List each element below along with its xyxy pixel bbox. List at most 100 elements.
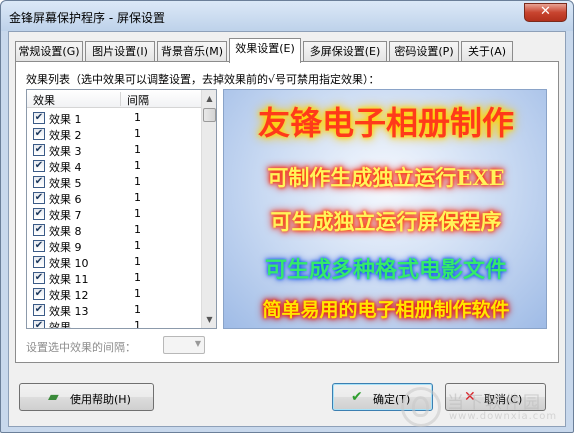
scroll-down-icon[interactable]: ▼ (203, 312, 216, 327)
scroll-thumb[interactable] (203, 108, 216, 122)
effect-interval: 1 (134, 287, 141, 300)
effect-name: 效果 4 (49, 161, 82, 174)
effect-checkbox[interactable]: ✔ (33, 320, 45, 328)
effect-name: 效果 8 (49, 225, 82, 238)
list-item[interactable]: ✔ 效果 8 1 (27, 222, 202, 238)
effect-interval: 1 (134, 159, 141, 172)
effect-interval: 1 (134, 127, 141, 140)
cancel-button[interactable]: ✕ 取消(C) (445, 383, 546, 411)
interval-select[interactable]: ▼ (163, 336, 205, 354)
effect-interval: 1 (134, 175, 141, 188)
list-item[interactable]: ✔ 效果 12 1 (27, 286, 202, 302)
list-item[interactable]: ✔ 效果 4 1 (27, 158, 202, 174)
x-icon: ✕ (464, 389, 476, 405)
effect-name: 效果 10 (49, 257, 89, 270)
scroll-up-icon[interactable]: ▲ (203, 91, 216, 106)
list-item[interactable]: ✔ 效果 1 (27, 318, 202, 329)
list-item[interactable]: ✔ 效果 1 1 (27, 110, 202, 126)
effect-name: 效果 13 (49, 305, 89, 318)
list-item[interactable]: ✔ 效果 2 1 (27, 126, 202, 142)
tab-general[interactable]: 常规设置(G) (15, 41, 83, 62)
preview-line-5: 简单易用的电子相册制作软件 (262, 299, 510, 321)
list-item[interactable]: ✔ 效果 5 1 (27, 174, 202, 190)
preview-line-3: 可生成独立运行屏保程序 (270, 209, 502, 234)
preview-line-4: 可生成多种格式电影文件 (264, 257, 507, 283)
effect-interval: 1 (134, 255, 141, 268)
app-window: 金锋屏幕保护程序 - 屏保设置 ✕ 常规设置(G) 图片设置(I) 背景音乐(M… (0, 0, 574, 433)
list-item[interactable]: ✔ 效果 6 1 (27, 190, 202, 206)
effects-list-caption: 效果列表（选中效果可以调整设置，去掉效果前的√号可禁用指定效果）： (26, 73, 380, 86)
list-item[interactable]: ✔ 效果 9 1 (27, 238, 202, 254)
tab-music[interactable]: 背景音乐(M) (157, 41, 227, 62)
effects-panel: 效果列表（选中效果可以调整设置，去掉效果前的√号可禁用指定效果）： 效果 间隔 … (15, 61, 559, 363)
checkmark-icon: ✔ (351, 389, 363, 405)
column-divider[interactable] (120, 92, 121, 106)
effect-name: 效果 9 (49, 241, 82, 254)
effect-checkbox[interactable]: ✔ (33, 304, 45, 316)
effect-name: 效果 (49, 321, 71, 329)
list-item[interactable]: ✔ 效果 13 1 (27, 302, 202, 318)
effects-list[interactable]: 效果 间隔 ✔ 效果 1 1 ✔ 效果 2 1 ✔ 效果 3 1 ✔ 效果 4 1 ✔ 效果 5 1 ✔ 效果 … (26, 89, 217, 329)
list-item[interactable]: ✔ 效果 7 1 (27, 206, 202, 222)
effect-checkbox[interactable]: ✔ (33, 144, 45, 156)
watermark-subtext: www.downxia.com (449, 411, 558, 422)
effect-name: 效果 2 (49, 129, 82, 142)
book-icon: ▰ (48, 389, 59, 405)
effect-preview: 友锋电子相册制作 可制作生成独立运行EXE 可生成独立运行屏保程序 可生成多种格… (223, 89, 547, 329)
effect-name: 效果 6 (49, 193, 82, 206)
effect-checkbox[interactable]: ✔ (33, 192, 45, 204)
effect-checkbox[interactable]: ✔ (33, 208, 45, 220)
effect-interval: 1 (134, 223, 141, 236)
effect-checkbox[interactable]: ✔ (33, 288, 45, 300)
cancel-button-label: 取消(C) (484, 393, 523, 406)
list-item[interactable]: ✔ 效果 11 1 (27, 270, 202, 286)
effect-interval: 1 (134, 319, 141, 329)
effect-interval: 1 (134, 143, 141, 156)
effect-name: 效果 1 (49, 113, 82, 126)
close-button[interactable]: ✕ (524, 3, 567, 22)
list-scrollbar[interactable]: ▲ ▼ (201, 90, 216, 328)
effect-interval: 1 (134, 111, 141, 124)
effect-interval: 1 (134, 191, 141, 204)
effect-name: 效果 11 (49, 273, 89, 286)
ok-button[interactable]: ✔ 确定(T) (332, 383, 433, 411)
effect-name: 效果 5 (49, 177, 82, 190)
effect-checkbox[interactable]: ✔ (33, 128, 45, 140)
effect-name: 效果 12 (49, 289, 89, 302)
tab-about[interactable]: 关于(A) (461, 41, 513, 62)
effect-interval: 1 (134, 207, 141, 220)
effect-name: 效果 7 (49, 209, 82, 222)
help-button-label: 使用帮助(H) (70, 393, 131, 406)
column-header-effect[interactable]: 效果 (33, 92, 55, 108)
effect-checkbox[interactable]: ✔ (33, 176, 45, 188)
list-header: 效果 间隔 (27, 90, 202, 108)
tab-effects[interactable]: 效果设置(E) (229, 38, 301, 63)
chevron-down-icon: ▼ (194, 339, 201, 348)
tab-password[interactable]: 密码设置(P) (389, 41, 459, 62)
tab-images[interactable]: 图片设置(I) (85, 41, 155, 62)
effect-checkbox[interactable]: ✔ (33, 224, 45, 236)
tab-multi-screensaver[interactable]: 多屏保设置(E) (303, 41, 387, 62)
ok-button-label: 确定(T) (373, 393, 411, 406)
column-header-interval[interactable]: 间隔 (127, 92, 149, 108)
list-item[interactable]: ✔ 效果 3 1 (27, 142, 202, 158)
effect-checkbox[interactable]: ✔ (33, 160, 45, 172)
effect-interval: 1 (134, 271, 141, 284)
preview-line-1: 友锋电子相册制作 (257, 104, 514, 142)
list-item[interactable]: ✔ 效果 10 1 (27, 254, 202, 270)
effect-checkbox[interactable]: ✔ (33, 272, 45, 284)
dialog-client: 常规设置(G) 图片设置(I) 背景音乐(M) 效果设置(E) 多屏保设置(E)… (8, 31, 566, 427)
interval-label: 设置选中效果的间隔： (26, 341, 136, 354)
effect-name: 效果 3 (49, 145, 82, 158)
effect-checkbox[interactable]: ✔ (33, 240, 45, 252)
title-bar[interactable]: 金锋屏幕保护程序 - 屏保设置 ✕ (1, 1, 573, 31)
preview-line-2: 可制作生成独立运行EXE (267, 165, 505, 190)
effect-checkbox[interactable]: ✔ (33, 112, 45, 124)
close-icon: ✕ (540, 4, 551, 19)
window-title: 金锋屏幕保护程序 - 屏保设置 (9, 11, 165, 25)
effect-interval: 1 (134, 239, 141, 252)
effect-checkbox[interactable]: ✔ (33, 256, 45, 268)
help-button[interactable]: ▰ 使用帮助(H) (19, 383, 154, 411)
list-body: ✔ 效果 1 1 ✔ 效果 2 1 ✔ 效果 3 1 ✔ 效果 4 1 ✔ 效果 5 1 ✔ 效果 6 1 ✔ 效果 … (27, 110, 202, 329)
effect-interval: 1 (134, 303, 141, 316)
